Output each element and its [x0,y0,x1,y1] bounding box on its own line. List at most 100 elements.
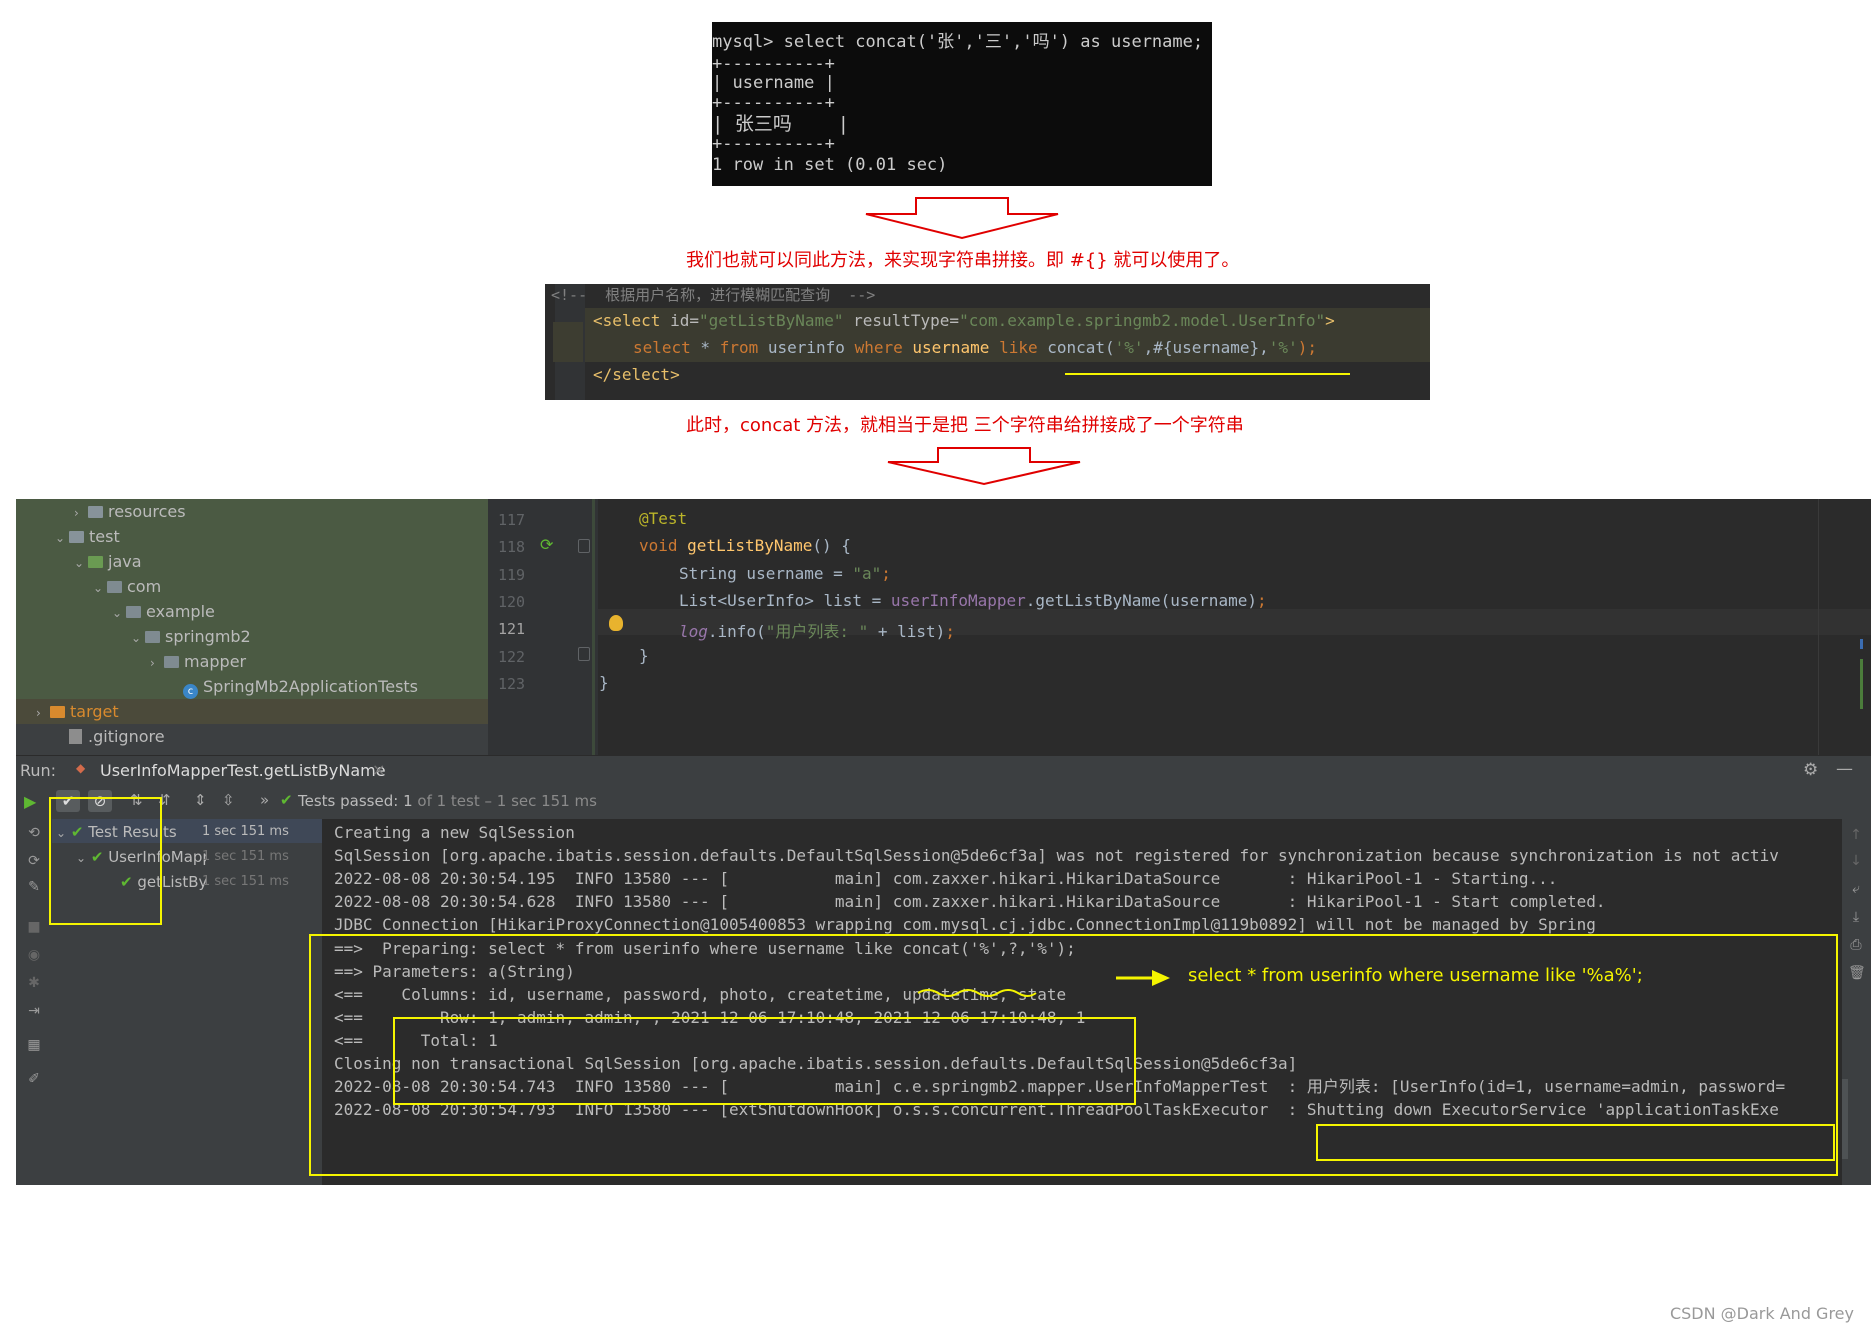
down-arrow-icon-2 [887,447,1081,486]
fold-end-icon[interactable] [578,647,590,661]
xml-select-close: </select> [593,365,680,384]
project-tree: › resources ⌄ test ⌄ java ⌄ com ⌄ example ⌄ springm… [16,499,488,755]
editor-scroll-marker-blue [1860,639,1863,649]
caption-second: 此时，concat 方法，就相当于是把 三个字符串给拼接成了一个字符串 [686,415,1244,436]
tree-item[interactable]: c SpringMb2ApplicationTests [169,674,418,699]
xml-snippet: <!-- 根据用户名称，进行模糊匹配查询 --> <select id="get… [545,284,1430,400]
test-time: 1 sec 151 ms [202,874,289,889]
scroll-up-icon[interactable]: ↑ [1848,827,1864,843]
right-arrow-icon [1116,970,1170,986]
chevron-down-icon[interactable]: ⌄ [131,626,145,651]
tree-item[interactable]: ⌄ java [74,549,142,574]
tree-item-label: .gitignore [88,727,165,746]
fold-icon[interactable] [578,539,590,553]
more-icon[interactable]: » [260,791,269,809]
tree-item-label: resources [108,502,186,521]
code-line-119: String username = "a"; [679,564,891,583]
folder-icon [69,531,84,543]
chevron-down-icon[interactable]: ⌄ [74,551,88,576]
gear-icon[interactable]: ⚙ [1803,760,1818,780]
mysql-row: | 张三吗 | [712,113,850,135]
xml-sql-line: select * from userinfo where username li… [633,338,1317,357]
print-icon[interactable]: ⎙ [1848,937,1864,953]
run-label: Run: [20,761,57,780]
tree-item-label: springmb2 [165,627,251,646]
folder-icon [50,706,65,718]
run-config-icon: ◆ [76,761,86,775]
trash-icon[interactable]: 🗑 [1848,965,1866,981]
run-side-toolbar: ⟲ ⟳ ✎ ■ ◉ ✱ ⇥ ▦ ✐ [16,819,52,1185]
watermark: CSDN @Dark And Grey [1669,1304,1854,1323]
expand-all-icon[interactable]: ⇕ [194,791,207,809]
tree-item-label: example [146,602,215,621]
lightbulb-icon[interactable] [609,615,623,631]
tree-item[interactable]: › mapper [150,649,246,674]
soft-wrap-icon[interactable]: ⤶ [1848,881,1864,897]
chevron-right-icon[interactable]: › [150,651,164,676]
folder-icon [88,556,103,568]
tree-item-label: target [70,702,119,721]
chevron-down-icon[interactable]: ⌄ [55,526,69,551]
code-line-118: void getListByName() { [639,536,851,555]
console-line: Creating a new SqlSession [334,823,575,842]
console-side-toolbar: ↑ ↓ ⤶ ⤓ ⎙ 🗑 [1842,819,1871,1185]
tree-item[interactable]: › resources [74,499,186,524]
caption-first: 我们也就可以同此方法，来实现字符串拼接。即 #{} 就可以使用了。 [686,250,1240,271]
tree-selection-band-4 [16,574,488,599]
scroll-down-icon[interactable]: ↓ [1848,853,1864,869]
chevron-down-icon[interactable]: ⌄ [93,576,107,601]
console-scrollbar[interactable] [1842,1079,1848,1159]
run-test-gutter-icon[interactable]: ⟳ [540,535,560,555]
line-number: 122 [498,648,526,666]
run-tab[interactable]: UserInfoMapperTest.getListByName [100,761,386,780]
tree-selection-band-6 [16,624,488,649]
code-editor[interactable]: 117 118 119 120 121 122 123 ⟳ @Test void… [488,499,1871,755]
pin-icon[interactable]: ✐ [26,1071,42,1087]
wrench-icon[interactable]: ✎ [26,879,42,895]
tests-status: Tests passed: 1 of 1 test – 1 sec 151 ms [298,792,597,810]
tree-item[interactable]: › target [36,699,119,724]
rerun-failed-icon[interactable]: ⟲ [26,825,42,841]
tree-item[interactable]: ⌄ springmb2 [131,624,251,649]
tree-item[interactable]: .gitignore [55,724,165,749]
right-margin-line [1818,499,1819,755]
close-tab-icon[interactable]: × [372,760,385,779]
chevron-right-icon[interactable]: › [74,501,88,526]
highlight-box-tests [49,797,162,925]
tree-item[interactable]: ⌄ com [93,574,161,599]
line-number: 121 [498,620,526,638]
mysql-command: mysql> select concat('张','三','吗') as use… [712,32,1204,52]
run-panel-header: Run: ◆ UserInfoMapperTest.getListByName … [16,755,1871,786]
folder-icon [88,506,103,518]
editor-scroll-marker [1860,659,1863,709]
camera-icon[interactable]: ◉ [26,947,42,963]
xml-comment: <!-- 根据用户名称，进行模糊匹配查询 --> [551,286,876,304]
highlight-box-result [1316,1124,1835,1161]
chevron-down-icon[interactable]: ⌄ [112,601,126,626]
toggle-auto-test-icon[interactable]: ⟳ [26,853,42,869]
layout-icon[interactable]: ▦ [26,1037,42,1053]
editor-gutter: 117 118 119 120 121 122 123 ⟳ [488,499,598,755]
stop-icon[interactable]: ■ [26,919,42,935]
collapse-all-icon[interactable]: ⇳ [222,791,235,809]
xml-select-open: <select id="getListByName" resultType="c… [593,311,1335,330]
mysql-border-mid: +----------+ [712,93,835,113]
tree-item-label: com [127,577,162,596]
tree-item-label: java [108,552,142,571]
exit-icon[interactable]: ⇥ [26,1003,42,1019]
rerun-icon[interactable]: ▶ [24,792,36,811]
line-number: 118 [498,538,526,556]
debug-icon[interactable]: ✱ [26,975,42,991]
concat-underline [1065,373,1350,375]
chevron-right-icon[interactable]: › [36,701,50,726]
folder-icon [126,606,141,618]
test-time: 1 sec 151 ms [202,849,289,864]
folder-icon [107,581,122,593]
down-arrow-icon [865,197,1059,240]
console-line: 2022-08-08 20:30:54.628 INFO 13580 --- [… [334,892,1606,912]
tree-item[interactable]: ⌄ example [112,599,215,624]
scroll-end-icon[interactable]: ⤓ [1848,909,1864,925]
tree-item[interactable]: ⌄ test [55,524,120,549]
vcs-change-bar [592,499,595,755]
minimize-icon[interactable]: — [1836,759,1853,779]
